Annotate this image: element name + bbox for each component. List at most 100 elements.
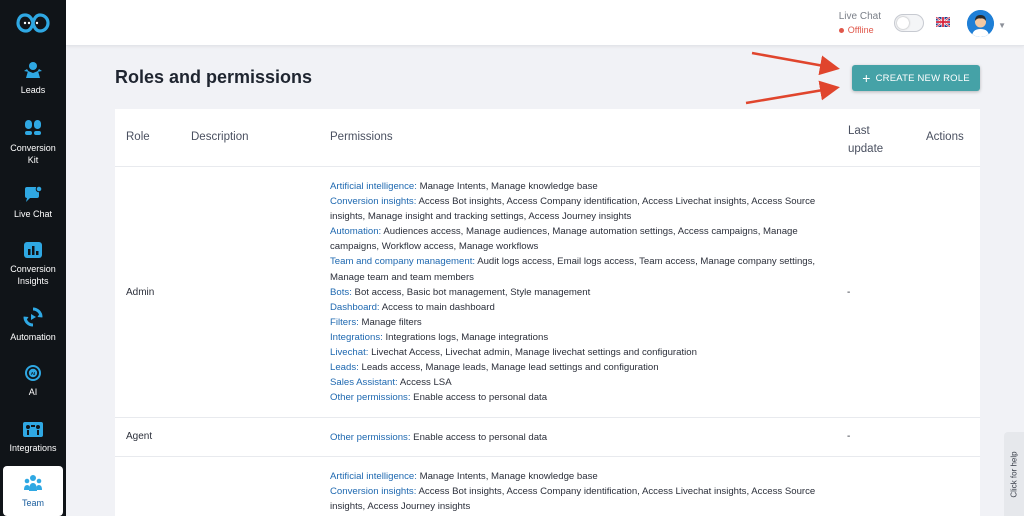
page-title: Roles and permissions bbox=[115, 67, 313, 87]
sidebar-item-automation[interactable]: Automation bbox=[0, 307, 66, 343]
live-chat-icon bbox=[25, 186, 43, 202]
permission-category: Conversion insights: bbox=[330, 196, 417, 208]
user-avatar[interactable] bbox=[967, 10, 994, 37]
sidebar-item-integrations[interactable]: Integrations bbox=[0, 420, 66, 454]
column-header-role[interactable]: Role bbox=[126, 131, 150, 143]
leads-icon bbox=[24, 62, 42, 78]
permission-line: Automation: Audiences access, Manage aud… bbox=[330, 224, 830, 254]
conversion-insights-icon bbox=[24, 242, 42, 258]
permission-line: Livechat: Livechat Access, Livechat admi… bbox=[330, 345, 830, 360]
integrations-icon bbox=[23, 422, 43, 437]
annotation-arrow-top bbox=[751, 51, 840, 76]
permission-line: Conversion insights: Access Bot insights… bbox=[330, 484, 830, 514]
permissions-list: Artificial intelligence: Manage Intents,… bbox=[330, 469, 830, 514]
permission-category: Conversion insights: bbox=[330, 486, 417, 498]
sidebar-item-label: AI bbox=[28, 387, 38, 397]
livechat-status-text: Offline bbox=[847, 25, 874, 35]
permission-line: Leads: Leads access, Manage leads, Manag… bbox=[330, 360, 830, 375]
permission-values: Livechat Access, Livechat admin, Manage … bbox=[368, 347, 697, 359]
roles-table: Role Description Permissions Last update… bbox=[115, 109, 980, 516]
permission-category: Leads: bbox=[330, 362, 359, 374]
permission-category: Livechat: bbox=[330, 347, 369, 359]
permission-line: Integrations: Integrations logs, Manage … bbox=[330, 330, 830, 345]
sidebar-item-live-chat[interactable]: Live Chat bbox=[0, 186, 66, 220]
toggle-knob bbox=[897, 17, 909, 29]
app-logo[interactable] bbox=[0, 0, 66, 46]
plus-icon: + bbox=[862, 70, 871, 86]
table-row[interactable]: Artificial intelligence: Manage Intents,… bbox=[115, 457, 980, 516]
permission-values: Audiences access, Manage audiences, Mana… bbox=[330, 226, 798, 253]
permission-category: Team and company management: bbox=[330, 256, 476, 268]
offline-dot-icon bbox=[838, 27, 844, 33]
permissions-list: Artificial intelligence: Manage Intents,… bbox=[330, 179, 830, 405]
permission-values: Leads access, Manage leads, Manage lead … bbox=[358, 362, 659, 374]
permission-category: Automation: bbox=[330, 226, 382, 238]
create-new-role-label: CREATE NEW ROLE bbox=[875, 72, 970, 84]
annotation-arrows bbox=[745, 51, 840, 105]
permission-category: Bots: bbox=[330, 286, 352, 298]
permission-line: Team and company management: Audit logs … bbox=[330, 254, 830, 284]
permission-category: Artificial intelligence: bbox=[330, 181, 417, 192]
avatar-icon bbox=[967, 10, 994, 37]
permission-values: Bot access, Basic bot management, Style … bbox=[351, 286, 591, 298]
permission-line: Filters: Manage filters bbox=[330, 315, 830, 330]
help-tab[interactable]: Click for help bbox=[1004, 432, 1024, 516]
livechat-status-indicator: Offline bbox=[838, 25, 881, 35]
permission-category: Sales Assistant: bbox=[330, 377, 398, 389]
permission-values: Enable access to personal data bbox=[410, 432, 548, 443]
column-header-last-update-line2: update bbox=[848, 143, 884, 155]
sidebar-item-label: Live Chat bbox=[13, 209, 53, 219]
top-header: Live Chat Offline ▼ bbox=[66, 0, 1024, 46]
conversion-kit-icon bbox=[25, 120, 41, 135]
permission-line: Artificial intelligence: Manage Intents,… bbox=[330, 179, 830, 194]
column-header-permissions[interactable]: Permissions bbox=[330, 131, 393, 143]
table-row[interactable]: Admin Artificial intelligence: Manage In… bbox=[115, 167, 980, 418]
permission-line: Conversion insights: Access Bot insights… bbox=[330, 194, 830, 224]
help-tab-label: Click for help bbox=[1009, 450, 1019, 498]
permission-category: Dashboard: bbox=[330, 301, 380, 313]
permission-category: Other permissions: bbox=[330, 432, 411, 443]
permission-values: Manage Intents, Manage knowledge base bbox=[416, 471, 598, 482]
sidebar-item-label: Leads bbox=[20, 85, 46, 95]
permission-values: Enable access to personal data bbox=[410, 392, 548, 404]
sidebar-item-team[interactable]: Team bbox=[3, 466, 63, 516]
permissions-list: Other permissions: Enable access to pers… bbox=[330, 430, 830, 445]
permission-category: Filters: bbox=[330, 316, 359, 328]
sidebar-item-leads[interactable]: Leads bbox=[0, 60, 66, 96]
column-header-actions: Actions bbox=[926, 131, 964, 143]
column-header-description[interactable]: Description bbox=[191, 131, 249, 143]
chevron-down-icon[interactable]: ▼ bbox=[998, 21, 1006, 30]
permission-line: Other permissions: Enable access to pers… bbox=[330, 430, 830, 445]
livechat-label: Live Chat bbox=[838, 11, 881, 22]
sidebar-item-conversion-kit[interactable]: Conversion Kit bbox=[0, 118, 66, 166]
sidebar-item-label: Automation bbox=[10, 332, 56, 342]
permission-category: Integrations: bbox=[330, 331, 383, 343]
sidebar-item-label: Team bbox=[21, 498, 44, 508]
livechat-status: Live Chat Offline bbox=[838, 11, 881, 35]
infinity-logo-icon bbox=[16, 13, 50, 33]
create-new-role-button[interactable]: + CREATE NEW ROLE bbox=[852, 65, 980, 91]
permission-line: Artificial intelligence: Manage Intents,… bbox=[330, 469, 830, 484]
ai-icon: AI bbox=[25, 365, 41, 381]
automation-icon bbox=[23, 307, 43, 327]
column-header-last-update-line1: Last bbox=[848, 125, 870, 137]
sidebar-item-label: Conversion Kit bbox=[10, 143, 56, 165]
column-header-last-update[interactable]: Last update bbox=[848, 122, 883, 158]
uk-flag-icon[interactable] bbox=[936, 17, 950, 27]
sidebar: Leads Conversion Kit Live Chat Conversio… bbox=[0, 0, 66, 516]
permission-line: Sales Assistant: Access LSA bbox=[330, 375, 830, 390]
permission-values: Access LSA bbox=[397, 377, 452, 389]
permission-line: Other permissions: Enable access to pers… bbox=[330, 390, 830, 405]
livechat-toggle[interactable] bbox=[894, 14, 924, 32]
permission-line: Dashboard: Access to main dashboard bbox=[330, 300, 830, 315]
permission-values: Access to main dashboard bbox=[379, 301, 495, 313]
sidebar-item-label: Integrations bbox=[9, 443, 57, 453]
permission-values: Manage filters bbox=[358, 316, 422, 328]
permission-category: Artificial intelligence: bbox=[330, 471, 417, 482]
sidebar-item-conversion-insights[interactable]: Conversion Insights bbox=[0, 241, 66, 287]
sidebar-item-ai[interactable]: AI AI bbox=[0, 364, 66, 398]
sidebar-item-label: Conversion Insights bbox=[10, 264, 56, 286]
last-update-value: - bbox=[847, 431, 851, 442]
table-row[interactable]: Agent Other permissions: Enable access t… bbox=[115, 418, 980, 457]
table-header: Role Description Permissions Last update… bbox=[115, 109, 980, 167]
